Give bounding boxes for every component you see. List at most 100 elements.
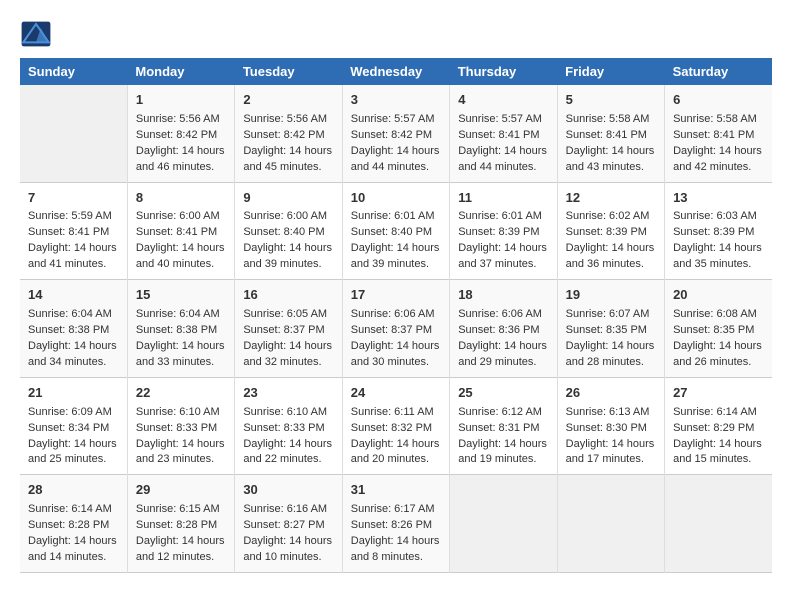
header-monday: Monday — [127, 58, 234, 85]
header-sunday: Sunday — [20, 58, 127, 85]
calendar-cell: 22Sunrise: 6:10 AMSunset: 8:33 PMDayligh… — [127, 377, 234, 475]
daylight-text: Daylight: 14 hours and 35 minutes. — [673, 242, 762, 270]
sunrise-text: Sunrise: 6:04 AM — [136, 308, 220, 320]
daylight-text: Daylight: 14 hours and 10 minutes. — [243, 535, 332, 563]
day-number: 23 — [243, 384, 333, 403]
sunrise-text: Sunrise: 6:01 AM — [458, 210, 542, 222]
day-number: 7 — [28, 189, 119, 208]
calendar-week-row: 1 Sunrise: 5:56 AM Sunset: 8:42 PM Daylight… — [20, 85, 772, 182]
day-number: 3 — [351, 91, 441, 110]
sunrise-text: Sunrise: 6:02 AM — [566, 210, 650, 222]
sunset-text: Sunset: 8:41 PM — [673, 129, 754, 141]
daylight-text: Daylight: 14 hours and 19 minutes. — [458, 438, 547, 466]
day-number: 28 — [28, 481, 119, 500]
daylight-text: Daylight: 14 hours and 17 minutes. — [566, 438, 655, 466]
sunset-text: Sunset: 8:26 PM — [351, 519, 432, 531]
daylight-text: Daylight: 14 hours and 14 minutes. — [28, 535, 117, 563]
calendar-header-row: SundayMondayTuesdayWednesdayThursdayFrid… — [20, 58, 772, 85]
calendar-cell: 30Sunrise: 6:16 AMSunset: 8:27 PMDayligh… — [235, 475, 342, 573]
sunrise-text: Sunrise: 6:15 AM — [136, 503, 220, 515]
day-number: 21 — [28, 384, 119, 403]
daylight-text: Daylight: 14 hours and 39 minutes. — [243, 242, 332, 270]
calendar-cell — [665, 475, 772, 573]
sunrise-text: Sunrise: 5:58 AM — [566, 113, 650, 125]
day-number: 26 — [566, 384, 656, 403]
sunrise-text: Sunrise: 6:03 AM — [673, 210, 757, 222]
daylight-text: Daylight: 14 hours and 29 minutes. — [458, 340, 547, 368]
day-number: 6 — [673, 91, 764, 110]
sunrise-text: Sunrise: 6:06 AM — [458, 308, 542, 320]
daylight-text: Daylight: 14 hours and 12 minutes. — [136, 535, 225, 563]
day-number: 29 — [136, 481, 226, 500]
sunset-text: Sunset: 8:42 PM — [351, 129, 432, 141]
sunrise-text: Sunrise: 6:04 AM — [28, 308, 112, 320]
sunrise-text: Sunrise: 6:07 AM — [566, 308, 650, 320]
header-friday: Friday — [557, 58, 664, 85]
day-number: 20 — [673, 286, 764, 305]
sunrise-text: Sunrise: 6:13 AM — [566, 406, 650, 418]
sunset-text: Sunset: 8:41 PM — [28, 226, 109, 238]
calendar-cell: 14Sunrise: 6:04 AMSunset: 8:38 PMDayligh… — [20, 280, 127, 378]
logo-icon — [20, 20, 52, 48]
calendar-cell: 16Sunrise: 6:05 AMSunset: 8:37 PMDayligh… — [235, 280, 342, 378]
day-number: 27 — [673, 384, 764, 403]
day-number: 12 — [566, 189, 656, 208]
calendar-cell: 18Sunrise: 6:06 AMSunset: 8:36 PMDayligh… — [450, 280, 557, 378]
sunset-text: Sunset: 8:32 PM — [351, 422, 432, 434]
sunset-text: Sunset: 8:27 PM — [243, 519, 324, 531]
calendar-cell: 12Sunrise: 6:02 AMSunset: 8:39 PMDayligh… — [557, 182, 664, 280]
sunset-text: Sunset: 8:38 PM — [28, 324, 109, 336]
calendar-cell: 25Sunrise: 6:12 AMSunset: 8:31 PMDayligh… — [450, 377, 557, 475]
day-number: 17 — [351, 286, 441, 305]
sunrise-text: Sunrise: 6:10 AM — [243, 406, 327, 418]
daylight-text: Daylight: 14 hours and 43 minutes. — [566, 145, 655, 173]
day-number: 4 — [458, 91, 548, 110]
daylight-text: Daylight: 14 hours and 32 minutes. — [243, 340, 332, 368]
sunrise-text: Sunrise: 6:00 AM — [136, 210, 220, 222]
calendar-week-row: 28Sunrise: 6:14 AMSunset: 8:28 PMDayligh… — [20, 475, 772, 573]
daylight-text: Daylight: 14 hours and 25 minutes. — [28, 438, 117, 466]
daylight-text: Daylight: 14 hours and 8 minutes. — [351, 535, 440, 563]
sunrise-text: Sunrise: 6:05 AM — [243, 308, 327, 320]
sunset-text: Sunset: 8:31 PM — [458, 422, 539, 434]
sunset-text: Sunset: 8:40 PM — [351, 226, 432, 238]
calendar-cell: 2Sunrise: 5:56 AMSunset: 8:42 PMDaylight… — [235, 85, 342, 182]
sunset-text: Sunset: 8:39 PM — [458, 226, 539, 238]
calendar-cell: 31Sunrise: 6:17 AMSunset: 8:26 PMDayligh… — [342, 475, 449, 573]
daylight-text: Daylight: 14 hours and 45 minutes. — [243, 145, 332, 173]
sunset-text: Sunset: 8:28 PM — [136, 519, 217, 531]
calendar-week-row: 7 Sunrise: 5:59 AM Sunset: 8:41 PM Daylight… — [20, 182, 772, 280]
calendar-cell: 8Sunrise: 6:00 AMSunset: 8:41 PMDaylight… — [127, 182, 234, 280]
sunrise-text: Sunrise: 5:57 AM — [458, 113, 542, 125]
calendar-cell: 11 Sunrise: 6:01 AM Sunset: 8:39 PM Dayligh… — [450, 182, 557, 280]
sunset-text: Sunset: 8:33 PM — [136, 422, 217, 434]
daylight-text: Daylight: 14 hours and 15 minutes. — [673, 438, 762, 466]
calendar-cell: 20Sunrise: 6:08 AMSunset: 8:35 PMDayligh… — [665, 280, 772, 378]
day-number: 22 — [136, 384, 226, 403]
sunrise-text: Sunrise: 6:16 AM — [243, 503, 327, 515]
daylight-text: Daylight: 14 hours and 30 minutes. — [351, 340, 440, 368]
sunset-text: Sunset: 8:42 PM — [243, 129, 324, 141]
daylight-text: Daylight: 14 hours and 20 minutes. — [351, 438, 440, 466]
header-tuesday: Tuesday — [235, 58, 342, 85]
day-number: 1 — [136, 91, 226, 110]
sunset-text: Sunset: 8:29 PM — [673, 422, 754, 434]
sunrise-text: Sunrise: 5:59 AM — [28, 210, 112, 222]
calendar-cell: 4Sunrise: 5:57 AMSunset: 8:41 PMDaylight… — [450, 85, 557, 182]
calendar-cell — [450, 475, 557, 573]
calendar-table: SundayMondayTuesdayWednesdayThursdayFrid… — [20, 58, 772, 573]
daylight-text: Daylight: 14 hours and 37 minutes. — [458, 242, 547, 270]
daylight-text: Daylight: 14 hours and 40 minutes. — [136, 242, 225, 270]
sunrise-text: Sunrise: 5:56 AM — [136, 113, 220, 125]
calendar-cell: 17Sunrise: 6:06 AMSunset: 8:37 PMDayligh… — [342, 280, 449, 378]
header-thursday: Thursday — [450, 58, 557, 85]
day-number: 9 — [243, 189, 333, 208]
sunrise-text: Sunrise: 6:06 AM — [351, 308, 435, 320]
header-wednesday: Wednesday — [342, 58, 449, 85]
calendar-cell — [557, 475, 664, 573]
day-number: 11 — [458, 189, 548, 208]
sunset-text: Sunset: 8:35 PM — [566, 324, 647, 336]
sunset-text: Sunset: 8:39 PM — [673, 226, 754, 238]
daylight-text: Daylight: 14 hours and 39 minutes. — [351, 242, 440, 270]
sunset-text: Sunset: 8:42 PM — [136, 129, 217, 141]
